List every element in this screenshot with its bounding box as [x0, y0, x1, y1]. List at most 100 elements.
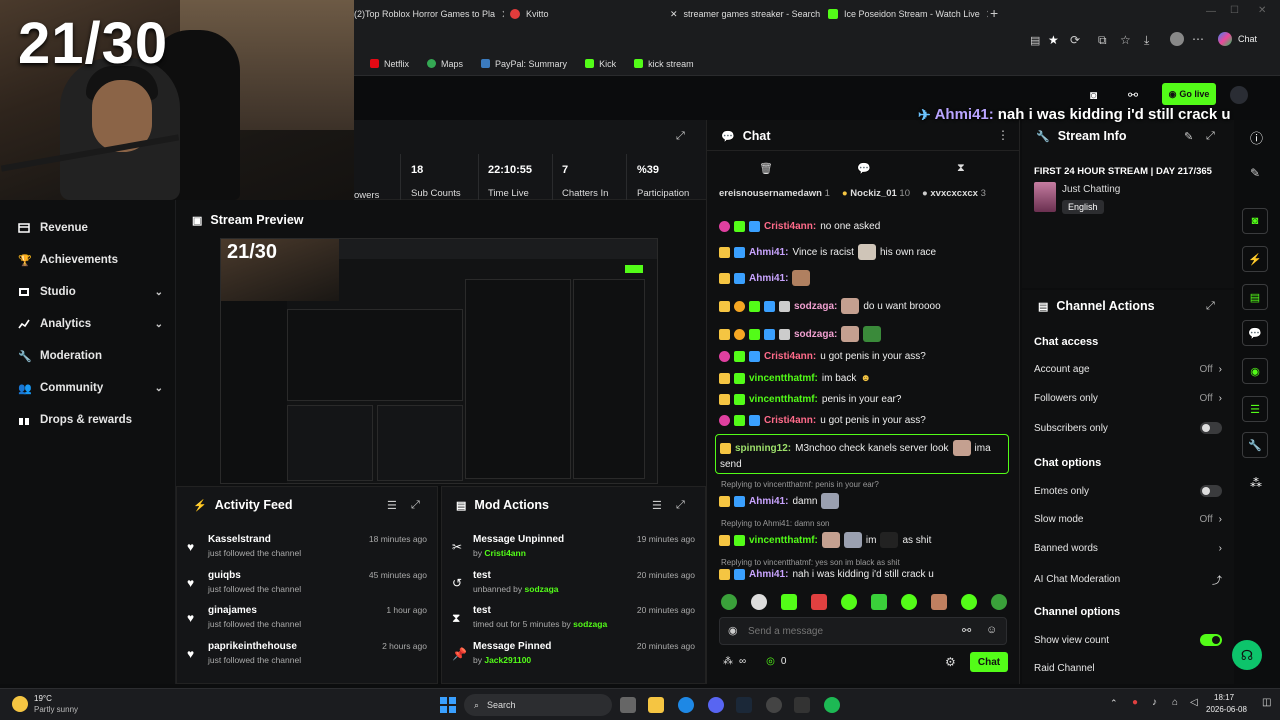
banned-words-setting[interactable]: Banned words ›: [1034, 543, 1222, 554]
trash-icon[interactable]: 🗑: [759, 162, 773, 175]
go-live-button[interactable]: ◉ Go live: [1162, 83, 1216, 105]
filter-icon[interactable]: ☰: [652, 499, 662, 512]
collections-icon[interactable]: ☆: [1120, 33, 1131, 47]
document-tool-button[interactable]: ▤: [1242, 284, 1268, 310]
sidebar-item-drops[interactable]: Drops & rewards: [18, 414, 163, 426]
sidebar-item-analytics[interactable]: Analytics ⌄: [18, 318, 163, 330]
chat-username[interactable]: sodzaga:: [794, 301, 837, 312]
slow-mode-setting[interactable]: Slow mode Off ›: [1034, 514, 1222, 525]
raid-channel-setting[interactable]: Raid Channel: [1034, 663, 1222, 674]
bookmark-netflix[interactable]: Netflix: [370, 59, 409, 69]
chat-username[interactable]: Cristi4ann:: [764, 221, 816, 232]
chat-username[interactable]: spinning12:: [735, 443, 791, 454]
bookmark-maps[interactable]: Maps: [427, 59, 463, 69]
spotify-icon[interactable]: [824, 697, 840, 713]
edge-icon[interactable]: [678, 697, 694, 713]
emote-button[interactable]: [781, 594, 797, 610]
stream-preview-video[interactable]: 21/30: [220, 238, 658, 484]
weather-desc[interactable]: Partly sunny: [34, 705, 78, 714]
chat-mode-icon[interactable]: 💬: [857, 162, 871, 175]
profile-avatar[interactable]: [1170, 32, 1184, 46]
microphone-icon[interactable]: ♪: [1152, 697, 1157, 708]
sidebar-item-studio[interactable]: Studio ⌄: [18, 286, 163, 298]
emote-button[interactable]: [931, 594, 947, 610]
emote-button[interactable]: [751, 594, 767, 610]
chat-tool-button[interactable]: 💬: [1242, 320, 1268, 346]
popout-icon[interactable]: ⤢: [676, 130, 685, 143]
taskbar-search[interactable]: ⌕ Search: [464, 694, 612, 716]
chat-username[interactable]: vincentthatmf:: [749, 394, 818, 405]
list-tool-button[interactable]: ☰: [1242, 396, 1268, 422]
emote-button[interactable]: [721, 594, 737, 610]
reader-icon[interactable]: ▤: [1030, 34, 1040, 47]
close-icon[interactable]: ✕: [986, 8, 988, 21]
community-icon[interactable]: ⁂: [1250, 476, 1262, 490]
volume-icon[interactable]: ◁: [1190, 697, 1198, 708]
discord-icon[interactable]: [708, 697, 724, 713]
lightning-tool-button[interactable]: ⚡: [1242, 246, 1268, 272]
more-icon[interactable]: ⋯: [1192, 32, 1204, 46]
browser-tab[interactable]: Kvitto ✕: [510, 4, 660, 24]
network-icon[interactable]: ⌂: [1172, 697, 1178, 708]
popout-icon[interactable]: ⤢: [1206, 130, 1215, 143]
app-icon[interactable]: [766, 697, 782, 713]
tray-app-icon[interactable]: ●: [1132, 697, 1138, 708]
wrench-tool-button[interactable]: 🔧: [1242, 432, 1268, 458]
chat-username[interactable]: Cristi4ann:: [764, 415, 816, 426]
split-icon[interactable]: ⧉: [1098, 33, 1107, 48]
followers-only-setting[interactable]: Followers only Off ›: [1034, 393, 1222, 404]
browser-tab[interactable]: ✕ streamer games streaker - Search ✕: [670, 4, 820, 24]
kick-logo-icon[interactable]: ⚯: [1128, 88, 1138, 102]
settings-icon[interactable]: ⚙: [945, 655, 956, 669]
show-view-count-toggle[interactable]: [1200, 634, 1222, 646]
clock-time[interactable]: 18:17: [1214, 693, 1234, 702]
chevron-up-icon[interactable]: ⌃: [1110, 698, 1118, 709]
sidebar-item-achievements[interactable]: 🏆 Achievements: [18, 254, 163, 267]
info-icon[interactable]: ⓘ: [1250, 128, 1263, 147]
popout-icon[interactable]: ⤢: [1206, 300, 1215, 313]
popout-icon[interactable]: ⤢: [676, 499, 685, 512]
emotes-only-toggle[interactable]: [1200, 485, 1222, 497]
sidebar-item-community[interactable]: 👥 Community ⌄: [18, 382, 163, 395]
chat-username[interactable]: Cristi4ann:: [764, 351, 816, 362]
weather-temp[interactable]: 19°C: [34, 694, 52, 703]
chat-input[interactable]: [748, 622, 948, 640]
file-explorer-icon[interactable]: [648, 697, 664, 713]
bookmark-paypal[interactable]: PayPal: Summary: [481, 59, 567, 69]
emote-button[interactable]: [811, 594, 827, 610]
download-icon[interactable]: ⤓: [1144, 33, 1149, 48]
browser-tab-active[interactable]: Ice Poseidon Stream - Watch Live ✕: [828, 4, 988, 24]
chat-username[interactable]: vincentthatmf:: [749, 535, 818, 546]
windows-start-icon[interactable]: [440, 697, 456, 713]
chat-username[interactable]: Ahmi41:: [749, 569, 788, 580]
broadcast-tool-button[interactable]: ◉: [1242, 358, 1268, 384]
task-view-icon[interactable]: [620, 697, 636, 713]
clock-date[interactable]: 2026-06-08: [1206, 705, 1247, 714]
stream-category[interactable]: Just Chatting: [1062, 184, 1120, 195]
send-chat-button[interactable]: Chat: [970, 652, 1008, 672]
user-avatar[interactable]: [1230, 86, 1248, 104]
extensions-icon[interactable]: ⟳: [1070, 33, 1080, 47]
hourglass-icon[interactable]: ⧗: [957, 162, 965, 175]
camera-icon[interactable]: ◙: [1090, 88, 1097, 102]
emote-button[interactable]: [871, 594, 887, 610]
edit-icon[interactable]: ✎: [1250, 166, 1260, 180]
ai-moderation-setting[interactable]: AI Chat Moderation ⤴: [1034, 572, 1222, 587]
kick-emote-icon[interactable]: ⚯: [962, 624, 971, 637]
browser-tab[interactable]: (2)Top Roblox Horror Games to Pla ✕: [354, 4, 504, 24]
emote-button[interactable]: [841, 594, 857, 610]
minimize-icon[interactable]: —: [1206, 6, 1216, 17]
maximize-icon[interactable]: ☐: [1230, 5, 1239, 16]
bookmark-kick[interactable]: Kick: [585, 59, 616, 69]
close-window-icon[interactable]: ✕: [1258, 5, 1266, 16]
account-age-setting[interactable]: Account age Off ›: [1034, 364, 1222, 375]
chat-button[interactable]: Chat: [1238, 34, 1257, 44]
chat-username[interactable]: Ahmi41:: [749, 247, 788, 258]
steam-icon[interactable]: [736, 697, 752, 713]
close-icon[interactable]: ✕: [501, 8, 504, 21]
edit-icon[interactable]: ✎: [1184, 130, 1193, 143]
obs-icon[interactable]: [794, 697, 810, 713]
copilot-icon[interactable]: [1218, 32, 1232, 46]
emote-button[interactable]: [901, 594, 917, 610]
category-thumbnail[interactable]: [1034, 182, 1056, 212]
